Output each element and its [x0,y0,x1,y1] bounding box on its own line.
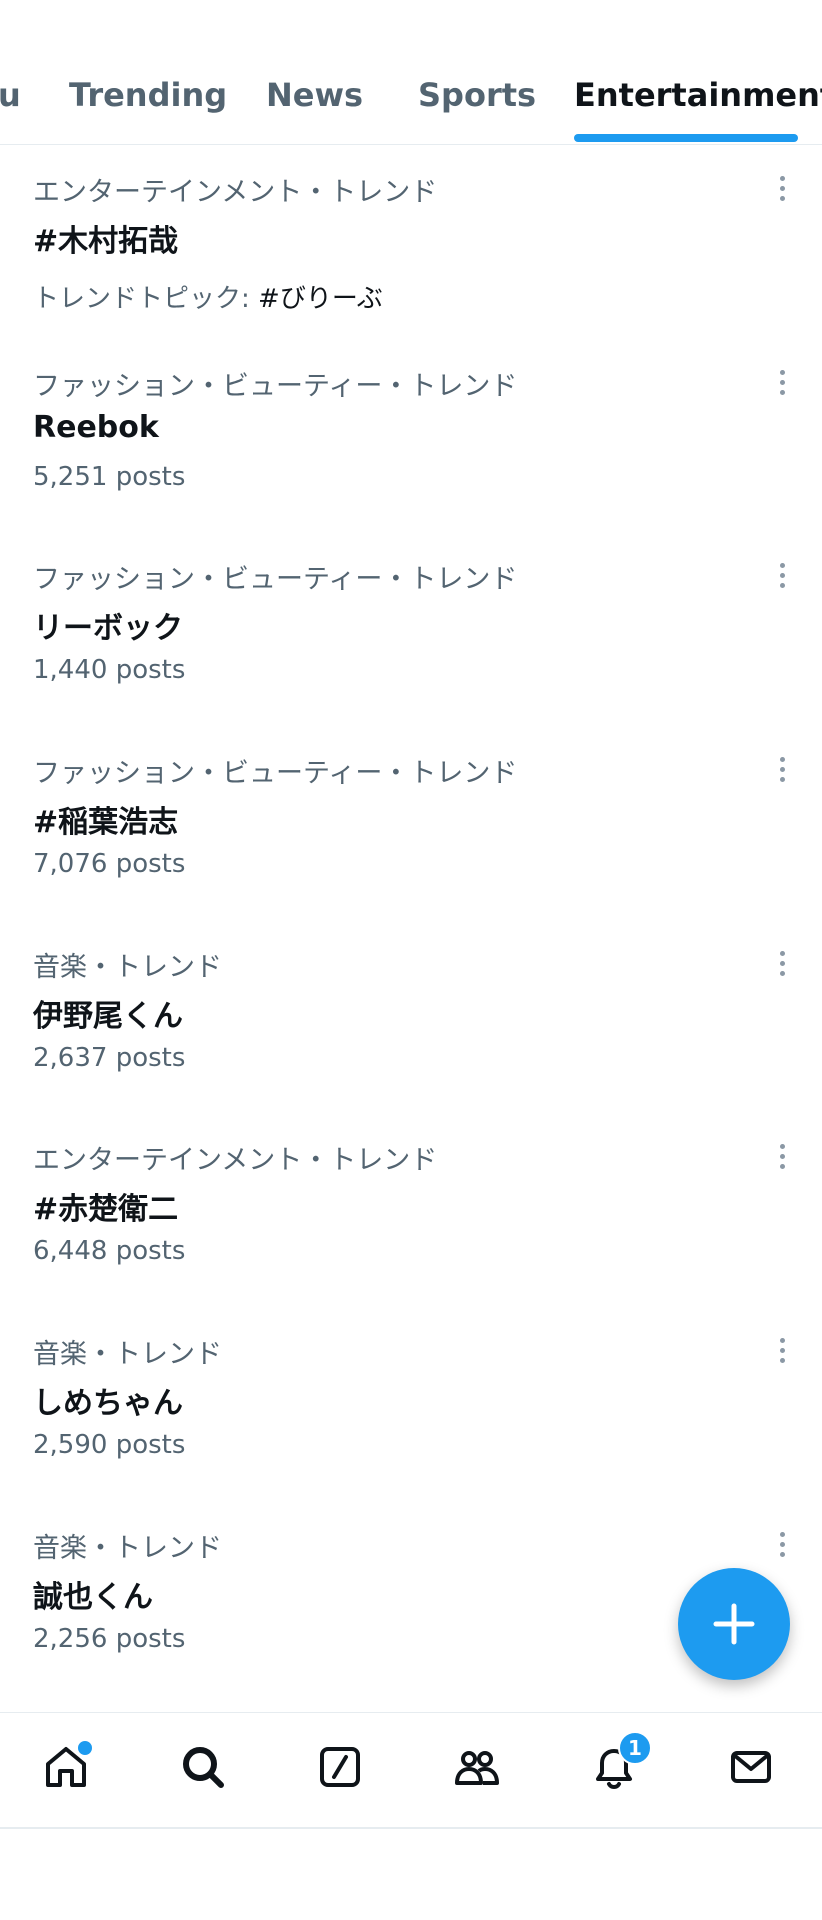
more-options-icon[interactable] [774,1532,790,1566]
nav-compose[interactable] [316,1743,372,1799]
trend-item[interactable]: ファッション・ビューティー・トレンド リーボック 1,440 posts [0,557,822,707]
more-options-icon[interactable] [774,1144,790,1178]
plus-icon [713,1603,755,1645]
trend-topic-prefix: トレンドトピック: [33,284,259,314]
trend-category: 音楽・トレンド [33,952,222,983]
new-post-button[interactable] [678,1568,790,1680]
trend-category: 音楽・トレンド [33,1533,222,1564]
trend-title: リーボック [33,611,183,646]
trend-post-count: 2,637 posts [33,1043,186,1073]
active-tab-indicator [574,134,798,142]
home-unread-dot [76,1739,94,1757]
trend-post-count: 6,448 posts [33,1236,186,1266]
nav-notifications[interactable]: 1 [590,1731,652,1799]
tab-sports[interactable]: Sports [418,76,536,114]
trend-title: 誠也くん [33,1580,153,1615]
more-options-icon[interactable] [774,951,790,985]
more-options-icon[interactable] [774,176,790,210]
nav-communities[interactable] [453,1743,509,1799]
trend-category: ファッション・ビューティー・トレンド [33,371,518,402]
more-options-icon[interactable] [774,1338,790,1372]
trend-post-count: 2,590 posts [33,1430,186,1460]
compose-icon [320,1747,360,1787]
trend-item[interactable]: エンターテインメント・トレンド #赤楚衛二 6,448 posts [0,1138,822,1288]
trend-post-count: 2,256 posts [33,1624,186,1654]
trend-title: #木村拓哉 [33,224,179,259]
more-options-icon[interactable] [774,370,790,404]
trend-category: 音楽・トレンド [33,1339,222,1370]
trend-title: Reebok [33,410,159,445]
explore-tabs: u Trending News Sports Entertainment [0,0,822,145]
trend-item[interactable]: ファッション・ビューティー・トレンド Reebok 5,251 posts [0,364,822,514]
trend-category: ファッション・ビューティー・トレンド [33,564,518,595]
trend-item[interactable]: 音楽・トレンド しめちゃん 2,590 posts [0,1332,822,1482]
more-options-icon[interactable] [774,757,790,791]
search-icon [183,1747,224,1788]
trend-title: #稲葉浩志 [33,805,179,840]
trend-category: ファッション・ビューティー・トレンド [33,758,518,789]
trend-post-count: 7,076 posts [33,849,186,879]
messages-icon [731,1751,771,1783]
trend-category: エンターテインメント・トレンド [33,1145,438,1176]
trend-item[interactable]: ファッション・ビューティー・トレンド #稲葉浩志 7,076 posts [0,751,822,901]
trend-item[interactable]: エンターテインメント・トレンド #木村拓哉 トレンドトピック: #びりーぶ [0,170,822,320]
communities-icon [455,1751,499,1785]
trend-post-count: 5,251 posts [33,462,186,492]
tab-news[interactable]: News [266,76,363,114]
trend-topic-link[interactable]: #びりーぶ [258,284,383,314]
nav-home[interactable] [42,1739,98,1799]
trend-title: 伊野尾くん [33,999,183,1034]
trend-meta: トレンドトピック: #びりーぶ [33,278,383,315]
tab-partial[interactable]: u [0,76,21,114]
trend-title: #赤楚衛二 [33,1192,179,1227]
trend-item[interactable]: 音楽・トレンド 伊野尾くん 2,637 posts [0,945,822,1095]
trend-category: エンターテインメント・トレンド [33,177,438,208]
bottom-navigation: 1 [0,1712,822,1829]
nav-messages[interactable] [727,1743,783,1799]
trend-post-count: 1,440 posts [33,655,186,685]
notification-badge: 1 [618,1731,652,1765]
nav-search[interactable] [179,1743,235,1799]
tab-trending[interactable]: Trending [69,76,227,114]
trend-title: しめちゃん [33,1386,183,1421]
more-options-icon[interactable] [774,563,790,597]
tab-entertainment[interactable]: Entertainment [574,76,822,114]
